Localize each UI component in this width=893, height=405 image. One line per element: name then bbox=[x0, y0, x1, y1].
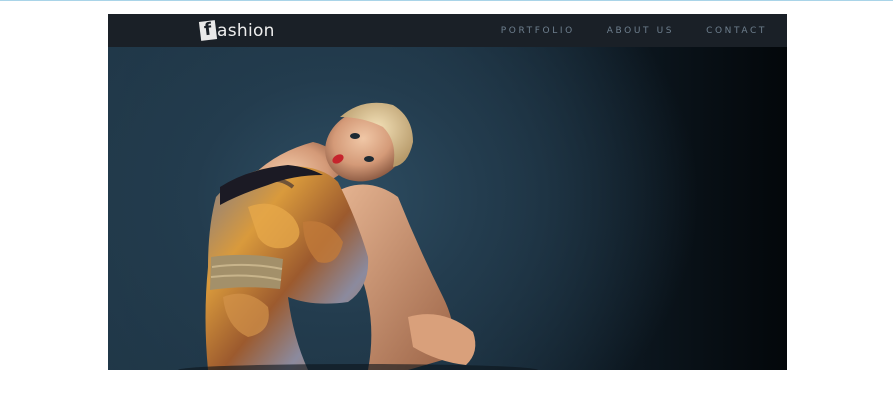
nav-portfolio[interactable]: PORTFOLIO bbox=[501, 26, 575, 36]
model-belt bbox=[210, 254, 283, 290]
top-border bbox=[0, 0, 893, 1]
hero-model-photo bbox=[178, 102, 538, 370]
brand-logo[interactable]: f ashion bbox=[198, 19, 275, 42]
main-nav: PORTFOLIO ABOUT US CONTACT bbox=[501, 14, 767, 47]
fashion-site: f ashion PORTFOLIO ABOUT US CONTACT bbox=[108, 14, 787, 370]
navbar: f ashion PORTFOLIO ABOUT US CONTACT bbox=[108, 14, 787, 47]
brand-name: ashion bbox=[217, 20, 275, 41]
nav-contact[interactable]: CONTACT bbox=[706, 26, 767, 36]
hero-banner bbox=[108, 47, 787, 370]
f-badge-icon: f bbox=[198, 20, 218, 41]
nav-about-us[interactable]: ABOUT US bbox=[607, 26, 674, 36]
